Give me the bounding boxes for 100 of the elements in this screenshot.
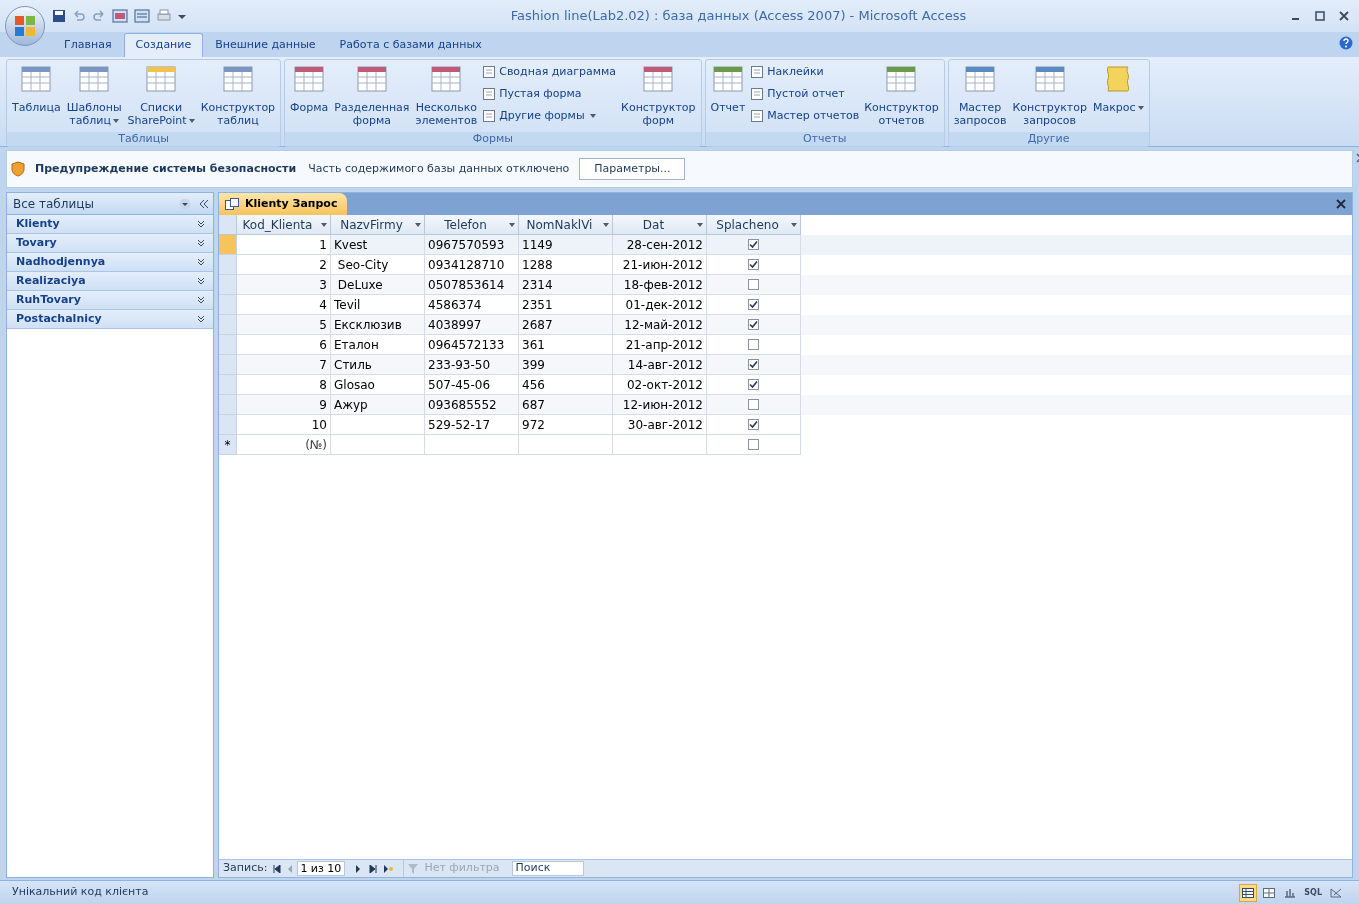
- ribbon-button[interactable]: Списки SharePoint: [124, 63, 198, 127]
- ribbon-small-button[interactable]: Наклейки: [750, 63, 860, 81]
- new-record-icon[interactable]: [383, 864, 394, 873]
- caret-icon: [697, 222, 703, 227]
- nav-group-header[interactable]: Tovary: [7, 234, 213, 253]
- office-button[interactable]: [5, 6, 45, 46]
- ribbon-button[interactable]: Разделенная форма: [331, 63, 413, 127]
- ribbon-button[interactable]: Мастер запросов: [950, 63, 1010, 127]
- maximize-icon[interactable]: [1315, 11, 1325, 21]
- record-label: Запись:: [223, 860, 268, 877]
- dropdown-icon[interactable]: [179, 197, 191, 210]
- column-header[interactable]: Telefon: [425, 215, 519, 235]
- window-title: Fashion line(Lab2.02) : база данных (Access 2007) - Microsoft Access: [509, 7, 968, 26]
- next-record-icon[interactable]: [355, 864, 362, 873]
- checkmark-icon: [749, 260, 758, 269]
- nav-group-header[interactable]: Klienty: [7, 215, 213, 234]
- group-label: Отчеты: [705, 132, 944, 146]
- ribbon-button[interactable]: Конструктор форм: [618, 63, 699, 127]
- ribbon-button[interactable]: Отчет: [707, 63, 749, 114]
- ribbon-button[interactable]: Конструктор отчетов: [861, 63, 942, 127]
- ribbon-button[interactable]: Форма: [287, 63, 332, 114]
- new-row-marker: *: [219, 435, 237, 455]
- ribbon-button[interactable]: Таблица: [9, 63, 64, 114]
- checkbox[interactable]: [748, 239, 759, 250]
- table-row[interactable]: 7 Стиль 233-93-50 399 14-авг-2012: [219, 355, 1352, 375]
- nav-group-header[interactable]: Nadhodjennya: [7, 253, 213, 272]
- first-record-icon[interactable]: [273, 864, 282, 873]
- caret-icon: [509, 222, 515, 227]
- ribbon-button[interactable]: Несколько элементов: [412, 63, 481, 127]
- last-record-icon[interactable]: [369, 864, 378, 873]
- document-icon: [750, 87, 765, 101]
- ribbon-tab[interactable]: Внешние данные: [203, 33, 328, 57]
- grid-icon: [78, 63, 111, 95]
- checkbox[interactable]: [748, 419, 759, 430]
- grid-icon: [885, 63, 918, 95]
- checkbox[interactable]: [748, 339, 759, 350]
- ribbon-small-button[interactable]: Пустой отчет: [750, 85, 860, 103]
- help-icon[interactable]: [1339, 36, 1353, 50]
- search-field[interactable]: Поиск: [511, 861, 584, 876]
- pane-header[interactable]: Все таблицы: [7, 193, 213, 215]
- ribbon-small-button[interactable]: Другие формы: [482, 107, 617, 125]
- checkmark-icon: [749, 240, 758, 249]
- window-icon[interactable]: [112, 9, 128, 23]
- checkbox[interactable]: [748, 439, 759, 450]
- dropdown-icon[interactable]: [178, 12, 186, 20]
- close-icon[interactable]: [1339, 11, 1349, 21]
- save-icon[interactable]: [52, 9, 66, 23]
- ribbon-button[interactable]: Конструктор таблиц: [197, 63, 279, 127]
- undo-icon[interactable]: [72, 9, 86, 23]
- ribbon-tab[interactable]: Работа с базами данных: [327, 33, 494, 57]
- table-row[interactable]: 9 Ажур 093685552 687 12-июн-2012: [219, 395, 1352, 415]
- close-icon[interactable]: [1336, 199, 1346, 209]
- checkbox[interactable]: [748, 279, 759, 290]
- table-row[interactable]: 3 DeLuxe 0507853614 2314 18-фев-2012: [219, 275, 1352, 295]
- table-row[interactable]: 5 Ексклюзив 4038997 2687 12-май-2012: [219, 315, 1352, 335]
- column-header[interactable]: Splacheno: [707, 215, 801, 235]
- column-header[interactable]: Dat: [613, 215, 707, 235]
- view-button[interactable]: [1239, 883, 1258, 902]
- checkbox[interactable]: [748, 379, 759, 390]
- table-row[interactable]: 1 Kvest 0967570593 1149 28-сен-2012: [219, 235, 1352, 255]
- expand-icon: [197, 220, 205, 228]
- checkbox[interactable]: [748, 299, 759, 310]
- checkmark-icon: [749, 360, 758, 369]
- filter-icon: [408, 863, 421, 874]
- checkbox[interactable]: [748, 259, 759, 270]
- logo-icon: [14, 15, 36, 37]
- record-position-field[interactable]: 1 из 10: [297, 861, 346, 876]
- caret-icon: [321, 222, 327, 227]
- checkbox[interactable]: [748, 319, 759, 330]
- ribbon-tab[interactable]: Создание: [123, 33, 204, 57]
- ribbon-button[interactable]: Конструктор запросов: [1009, 63, 1090, 127]
- column-header[interactable]: NazvFirmy: [331, 215, 425, 235]
- ribbon-tab[interactable]: Главная: [52, 33, 124, 57]
- column-header[interactable]: Kod_Klienta: [237, 215, 331, 235]
- nav-group-header[interactable]: RuhTovary: [7, 291, 213, 310]
- group-label: Формы: [285, 132, 701, 146]
- previous-record-icon[interactable]: [287, 864, 294, 873]
- checkbox[interactable]: [748, 399, 759, 410]
- nav-group-header[interactable]: Realizaciya: [7, 272, 213, 291]
- checkmark-icon: [749, 320, 758, 329]
- document-tab[interactable]: Klienty Запрос: [219, 193, 348, 215]
- collapse-icon[interactable]: [199, 198, 209, 209]
- caret-icon: [589, 114, 596, 118]
- ribbon-small-button[interactable]: Мастер отчетов: [750, 107, 860, 125]
- redo-icon[interactable]: [92, 9, 106, 23]
- grid-icon: [711, 63, 744, 95]
- pane-title: Все таблицы: [13, 195, 95, 213]
- print-icon[interactable]: [156, 9, 172, 23]
- view-button[interactable]: SQL: [1302, 883, 1324, 902]
- document-icon: [482, 87, 497, 101]
- column-header[interactable]: NomNaklVi: [519, 215, 613, 235]
- options-button[interactable]: Параметры...: [579, 158, 686, 180]
- ribbon-small-button[interactable]: Пустая форма: [482, 85, 617, 103]
- ribbon-small-button[interactable]: Сводная диаграмма: [482, 63, 617, 81]
- checkbox[interactable]: [748, 359, 759, 370]
- ribbon-button[interactable]: Макрос: [1089, 63, 1147, 114]
- nav-group-header[interactable]: Postachalnicy: [7, 310, 213, 329]
- document-icon: [750, 65, 765, 79]
- ribbon-button[interactable]: Шаблоны таблиц: [63, 63, 125, 127]
- window-icon[interactable]: [134, 9, 150, 23]
